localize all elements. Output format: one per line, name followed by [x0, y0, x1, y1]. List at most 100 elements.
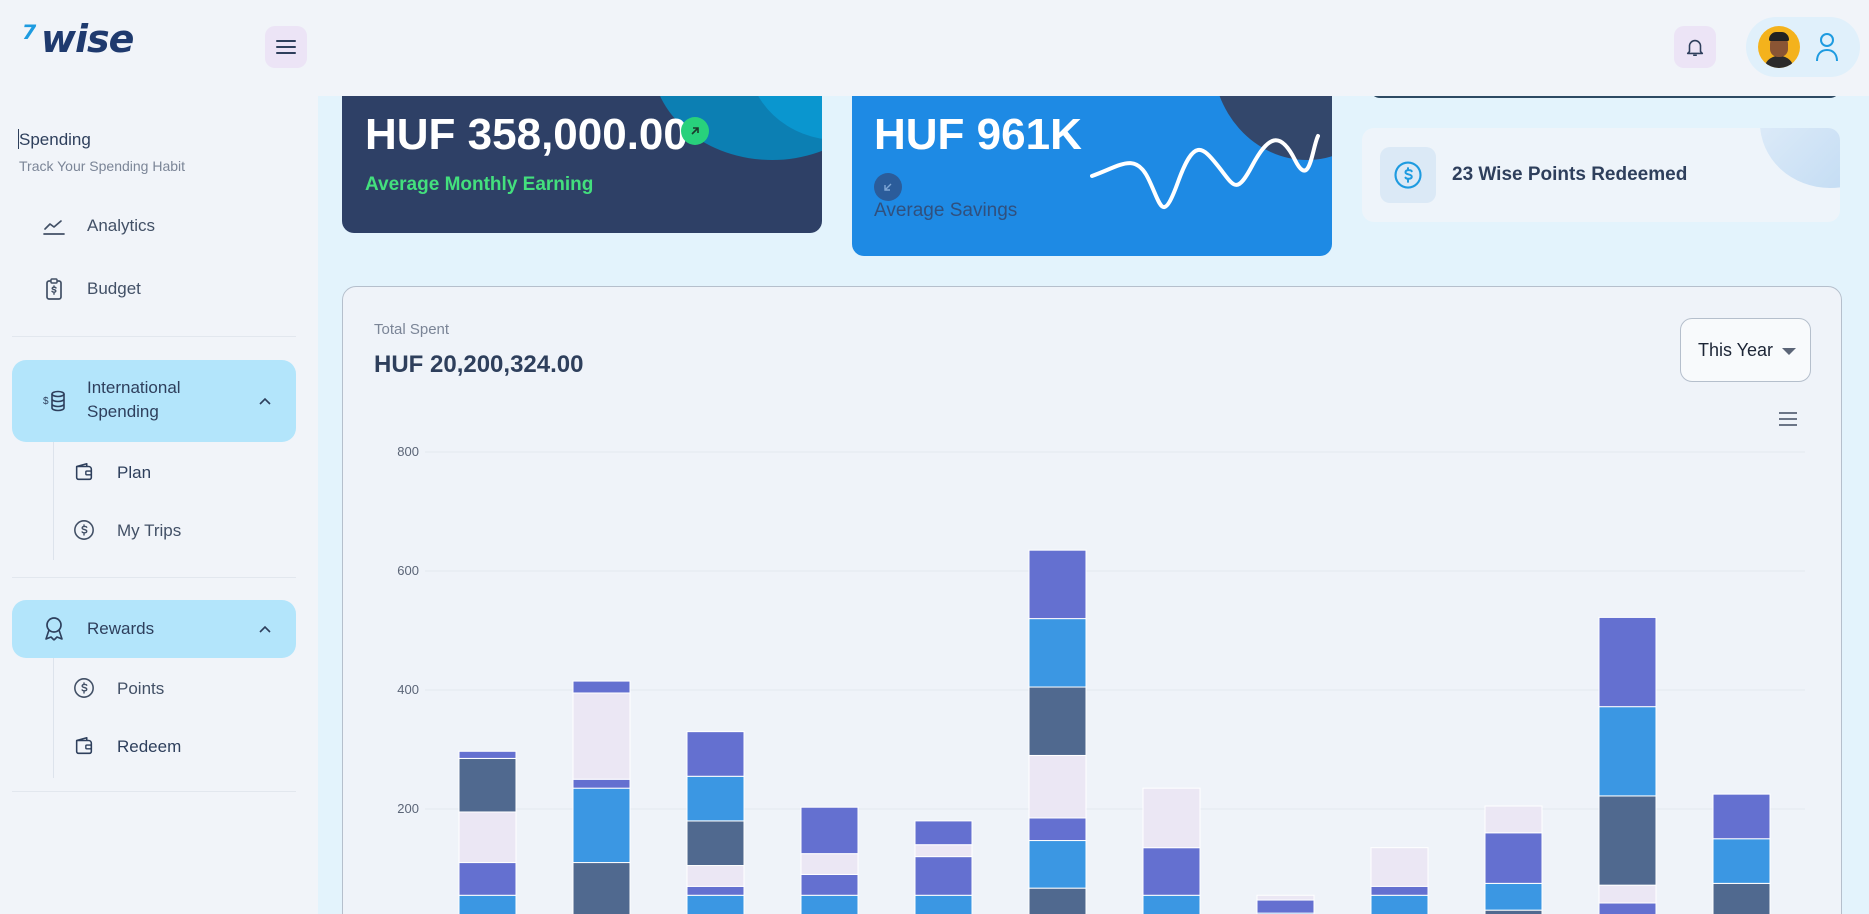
dollar-circle-icon [74, 678, 94, 698]
arrow-up-right-icon [691, 127, 699, 135]
wallet-icon [75, 462, 93, 481]
bar-segment[interactable] [1484, 805, 1543, 834]
bar-segment[interactable] [686, 731, 745, 777]
award-icon [45, 617, 63, 641]
y-tick-label: 800 [397, 444, 419, 459]
bar-segment[interactable] [1370, 847, 1429, 887]
sidebar-subitem-plan[interactable]: Plan [60, 449, 296, 497]
avatar[interactable] [1758, 26, 1800, 68]
logo-mark: ⁷ [22, 19, 37, 59]
sidebar-group-international-spending[interactable]: $ International Spending [12, 360, 296, 442]
bar-segment[interactable] [914, 856, 973, 896]
chevron-up-icon[interactable] [258, 396, 272, 406]
spending-chart: 800 600 400 200 [397, 444, 1805, 914]
bar-segment[interactable] [1598, 795, 1657, 886]
user-menu[interactable] [1746, 17, 1860, 77]
submenu-guide [53, 442, 54, 560]
bar-segment[interactable] [800, 894, 859, 914]
bar-segment[interactable] [1598, 884, 1657, 904]
bar-segment[interactable] [1370, 885, 1429, 896]
sidebar-subitem-points[interactable]: Points [60, 665, 296, 713]
savings-caption: Average Savings [874, 200, 1018, 221]
bar-segment[interactable] [1142, 847, 1201, 896]
bar-segment[interactable] [686, 775, 745, 822]
bar-segment[interactable] [1598, 616, 1657, 708]
sidebar-item-label: Analytics [87, 216, 156, 235]
clipboard-dollar-icon [46, 278, 62, 300]
hamburger-icon [276, 40, 296, 54]
wallet-icon [75, 736, 93, 755]
bar-segment[interactable] [1712, 793, 1771, 840]
bar-segment[interactable] [800, 873, 859, 896]
bar-segment[interactable] [1028, 686, 1087, 756]
bar-segment[interactable] [1598, 902, 1657, 914]
bar-segment[interactable] [572, 680, 631, 694]
bar-segment[interactable] [1028, 754, 1087, 819]
sidebar-item-budget[interactable]: Budget [12, 263, 296, 315]
bar-segment[interactable] [458, 894, 517, 914]
bar-segment[interactable] [1484, 909, 1543, 914]
bar-segment[interactable] [1712, 882, 1771, 914]
savings-sparkline [1090, 134, 1320, 210]
divider [12, 791, 296, 792]
dollar-circle-icon [74, 520, 94, 540]
bar-segment[interactable] [914, 844, 973, 858]
bar-segment[interactable] [686, 820, 745, 867]
notifications-button[interactable] [1674, 26, 1716, 68]
bar-segment[interactable] [572, 862, 631, 914]
bar-segment[interactable] [572, 787, 631, 864]
bar-segment[interactable] [800, 853, 859, 875]
bar-segment[interactable] [458, 750, 517, 759]
top-bar: ⁷ wise [0, 0, 1869, 96]
bar-segment[interactable] [1028, 887, 1087, 914]
sidebar-subitem-label: Points [117, 679, 165, 698]
bar-segment[interactable] [1142, 894, 1201, 914]
bar-segment[interactable] [1256, 899, 1315, 914]
total-spent-panel: Total Spent HUF 20,200,324.00 This Year … [342, 286, 1842, 914]
earning-caption: Average Monthly Earning [365, 174, 594, 195]
bar-segment[interactable] [458, 862, 517, 896]
arrow-down-left-icon [884, 183, 892, 191]
bar-segment[interactable] [686, 885, 745, 896]
earning-value: HUF 358,000.00 [365, 110, 688, 159]
sidebar-subitem-label: Redeem [117, 737, 182, 756]
sidebar-item-analytics[interactable]: Analytics [12, 200, 296, 252]
bar-segment[interactable] [686, 894, 745, 914]
bar-segment[interactable] [1142, 787, 1201, 849]
sidebar-group-rewards[interactable]: Rewards [12, 600, 296, 658]
y-tick-label: 600 [397, 563, 419, 578]
chevron-up-icon[interactable] [258, 624, 272, 634]
wise-logo[interactable]: ⁷ wise [22, 17, 135, 61]
sidebar-subitem-redeem[interactable]: Redeem [60, 723, 296, 771]
dollar-circle-icon [1394, 161, 1422, 189]
bar-segment[interactable] [1028, 817, 1087, 842]
menu-toggle-button[interactable] [265, 26, 307, 68]
bar-segment[interactable] [1370, 894, 1429, 914]
bar-segment[interactable] [572, 778, 631, 789]
divider [12, 577, 296, 578]
user-icon [1816, 33, 1838, 62]
bar-segment[interactable] [458, 757, 517, 813]
points-text: 23 Wise Points Redeemed [1452, 164, 1688, 185]
bar-segment[interactable] [1712, 838, 1771, 884]
bar-segment[interactable] [800, 806, 859, 855]
bar-segment[interactable] [1484, 832, 1543, 884]
bar-segment[interactable] [1028, 549, 1087, 620]
sidebar-subitem-my-trips[interactable]: My Trips [60, 507, 296, 555]
bar-segment[interactable] [1028, 840, 1087, 889]
coins-icon: $ [43, 390, 65, 412]
bar-segment[interactable] [1028, 618, 1087, 688]
line-chart-icon [43, 220, 65, 235]
submenu-guide [53, 658, 54, 778]
bar-segment[interactable] [914, 894, 973, 914]
sidebar: Spending Track Your Spending Habit Analy… [0, 96, 318, 914]
logo-text: wise [40, 17, 135, 61]
points-card: 23 Wise Points Redeemed [1362, 128, 1840, 222]
bar-segment[interactable] [686, 865, 745, 887]
bar-segment[interactable] [458, 811, 517, 864]
bar-segment[interactable] [1256, 894, 1315, 901]
bar-segment[interactable] [914, 820, 973, 846]
bar-segment[interactable] [1484, 882, 1543, 911]
bar-segment[interactable] [1598, 706, 1657, 797]
bar-segment[interactable] [572, 692, 631, 780]
